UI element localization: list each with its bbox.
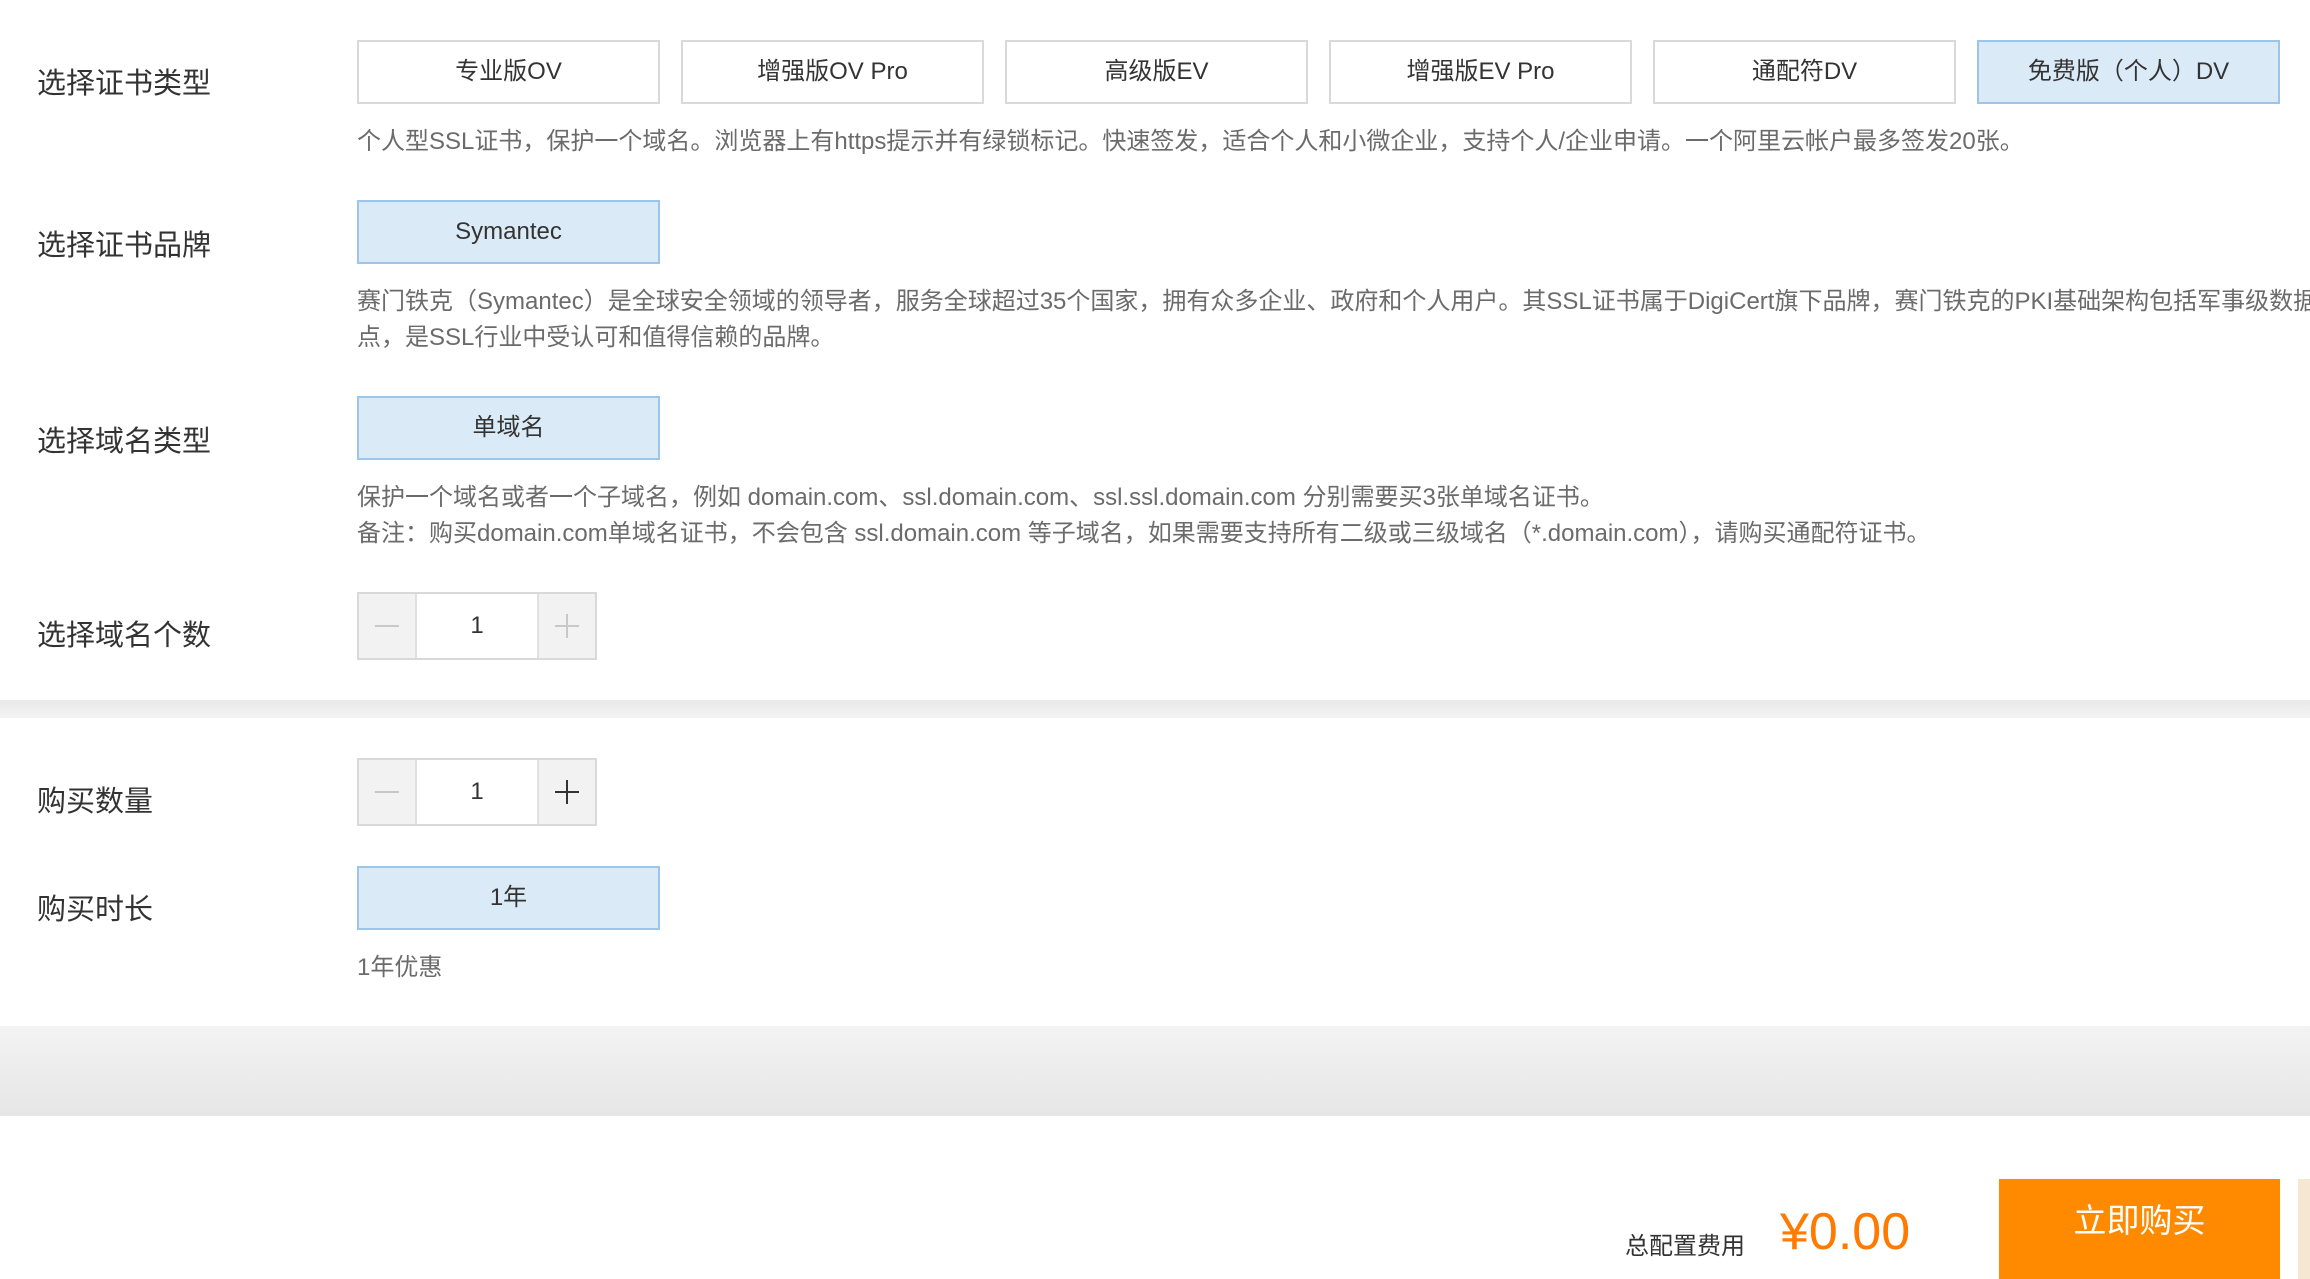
- buy-now-button[interactable]: 立即购买: [1999, 1179, 2280, 1279]
- plus-icon: [555, 780, 579, 804]
- domain-type-description-line2: 备注：购买domain.com单域名证书，不会包含 ssl.domain.com…: [357, 520, 1931, 547]
- section-divider: [0, 700, 2310, 718]
- domain-count-label: 选择域名个数: [37, 620, 212, 652]
- quantity-decrement-button[interactable]: [359, 760, 417, 824]
- purchase-quantity-stepper: 1: [357, 758, 597, 826]
- cert-type-option-ov[interactable]: 专业版OV: [357, 40, 660, 104]
- domain-type-option-single[interactable]: 单域名: [357, 396, 660, 460]
- cert-brand-description-line2: 点，是SSL行业中受认可和值得信赖的品牌。: [357, 324, 835, 351]
- cert-brand-label: 选择证书品牌: [37, 230, 212, 262]
- side-panel-edge: [2298, 1179, 2310, 1279]
- cert-type-option-ev-pro[interactable]: 增强版EV Pro: [1329, 40, 1632, 104]
- domain-type-description-line1: 保护一个域名或者一个子域名，例如 domain.com、ssl.domain.c…: [357, 484, 1604, 511]
- cert-type-description: 个人型SSL证书，保护一个域名。浏览器上有https提示并有绿锁标记。快速签发，…: [357, 128, 2024, 155]
- total-price: ¥0.00: [1780, 1203, 1911, 1261]
- cert-brand-description-line1: 赛门铁克（Symantec）是全球安全领域的领导者，服务全球超过35个国家，拥有…: [357, 288, 2310, 315]
- domain-count-stepper: 1: [357, 592, 597, 660]
- cert-type-option-ov-pro[interactable]: 增强版OV Pro: [681, 40, 984, 104]
- order-footer: 总配置费用 ¥0.00 立即购买: [0, 1116, 2310, 1279]
- section-divider: [0, 1026, 2310, 1116]
- cert-type-option-free-dv[interactable]: 免费版（个人）DV: [1977, 40, 2280, 104]
- minus-icon: [375, 614, 399, 638]
- minus-icon: [375, 780, 399, 804]
- domain-type-label: 选择域名类型: [37, 426, 212, 458]
- domain-count-decrement-button[interactable]: [359, 594, 417, 658]
- total-cost-label: 总配置费用: [1625, 1233, 1745, 1260]
- domain-count-increment-button[interactable]: [537, 594, 595, 658]
- purchase-quantity-value[interactable]: 1: [417, 760, 537, 824]
- quantity-increment-button[interactable]: [537, 760, 595, 824]
- purchase-panel: 购买数量 1 购买时长 1年 1年优惠: [0, 718, 2310, 1026]
- cert-type-option-ev[interactable]: 高级版EV: [1005, 40, 1308, 104]
- cert-brand-option-symantec[interactable]: Symantec: [357, 200, 660, 264]
- purchase-quantity-label: 购买数量: [37, 786, 154, 818]
- duration-note: 1年优惠: [357, 954, 443, 981]
- plus-icon: [555, 614, 579, 638]
- cert-type-label: 选择证书类型: [37, 68, 212, 100]
- duration-option-1-year[interactable]: 1年: [357, 866, 660, 930]
- cert-type-option-wildcard-dv[interactable]: 通配符DV: [1653, 40, 1956, 104]
- purchase-duration-label: 购买时长: [37, 894, 154, 926]
- domain-count-value[interactable]: 1: [417, 594, 537, 658]
- cert-config-panel: 选择证书类型 专业版OV 增强版OV Pro 高级版EV 增强版EV Pro 通…: [0, 0, 2310, 700]
